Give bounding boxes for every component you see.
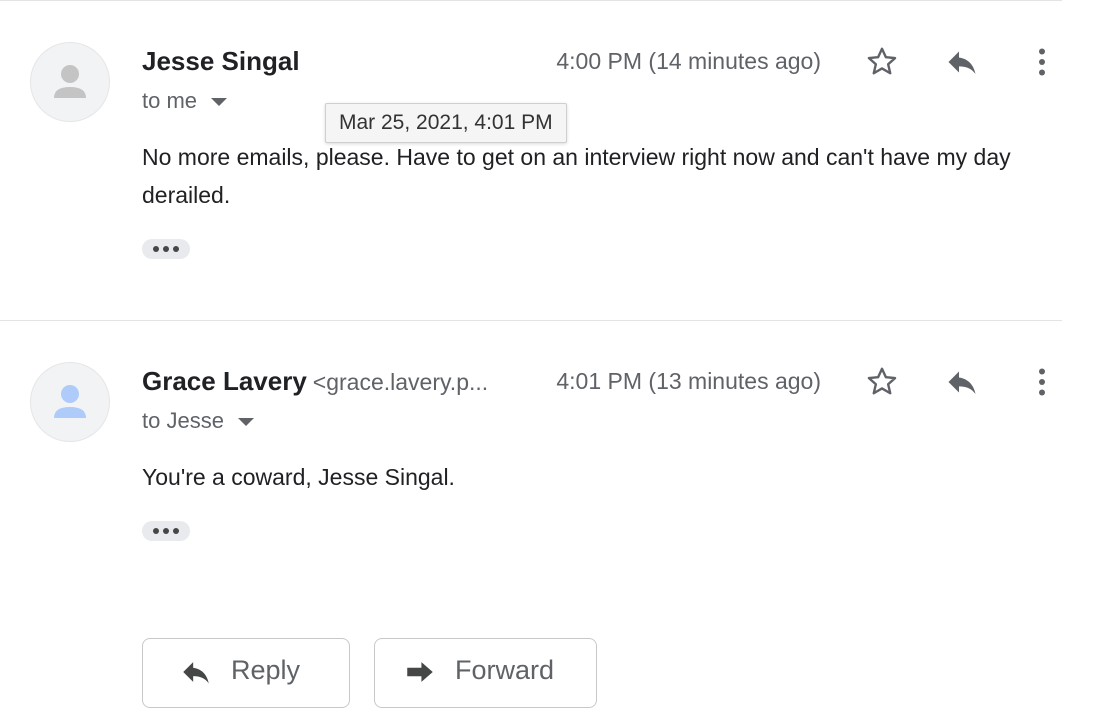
dot <box>163 246 169 252</box>
reply-label: Reply <box>231 655 301 685</box>
person-icon <box>54 65 86 98</box>
sender-avatar[interactable] <box>30 362 110 442</box>
reply-button[interactable] <box>940 360 984 404</box>
chevron-down-icon <box>237 418 254 426</box>
message-body: No more emails, please. Have to get on a… <box>142 144 1011 208</box>
reply-button[interactable] <box>940 40 984 84</box>
star-button[interactable] <box>860 40 904 84</box>
sender-name: Grace Lavery <grace.lavery.p... <box>142 366 488 397</box>
dot <box>153 246 159 252</box>
sender-name: Jesse Singal <box>142 46 300 76</box>
dot <box>163 528 169 534</box>
sender-email: <grace.lavery.p... <box>312 369 489 395</box>
show-trimmed-content-button[interactable] <box>142 521 190 541</box>
recipient-dropdown[interactable]: to Jesse <box>142 408 254 434</box>
forward-label: Forward <box>455 655 555 685</box>
recipient-label: to Jesse <box>142 408 224 433</box>
message-time[interactable]: 4:01 PM (13 minutes ago) <box>556 368 821 395</box>
chevron-down-icon <box>211 98 228 106</box>
recipient-label: to me <box>142 88 198 113</box>
message-time[interactable]: 4:00 PM (14 minutes ago) <box>556 48 821 75</box>
star-icon <box>867 47 897 75</box>
reply-icon <box>948 371 976 394</box>
dot <box>173 246 179 252</box>
forward-icon <box>407 662 433 682</box>
recipient-dropdown[interactable]: to me <box>142 88 228 114</box>
more-vert-icon <box>1039 368 1045 396</box>
person-icon <box>54 385 86 418</box>
reply-action-button[interactable]: Reply <box>142 638 350 708</box>
reply-icon <box>948 51 976 74</box>
reply-icon <box>183 662 209 684</box>
dot <box>153 528 159 534</box>
forward-action-button[interactable]: Forward <box>374 638 597 708</box>
date-tooltip: Mar 25, 2021, 4:01 PM <box>325 103 567 143</box>
show-trimmed-content-button[interactable] <box>142 239 190 259</box>
star-icon <box>867 367 897 395</box>
top-divider <box>0 0 1062 1</box>
sender-avatar[interactable] <box>30 42 110 122</box>
more-vert-icon <box>1039 48 1045 76</box>
more-options-button[interactable] <box>1020 360 1064 404</box>
more-options-button[interactable] <box>1020 40 1064 84</box>
star-button[interactable] <box>860 360 904 404</box>
dot <box>173 528 179 534</box>
message-divider <box>0 320 1062 321</box>
sender-name-text: Grace Lavery <box>142 366 307 396</box>
message-body: You're a coward, Jesse Singal. <box>142 464 455 490</box>
